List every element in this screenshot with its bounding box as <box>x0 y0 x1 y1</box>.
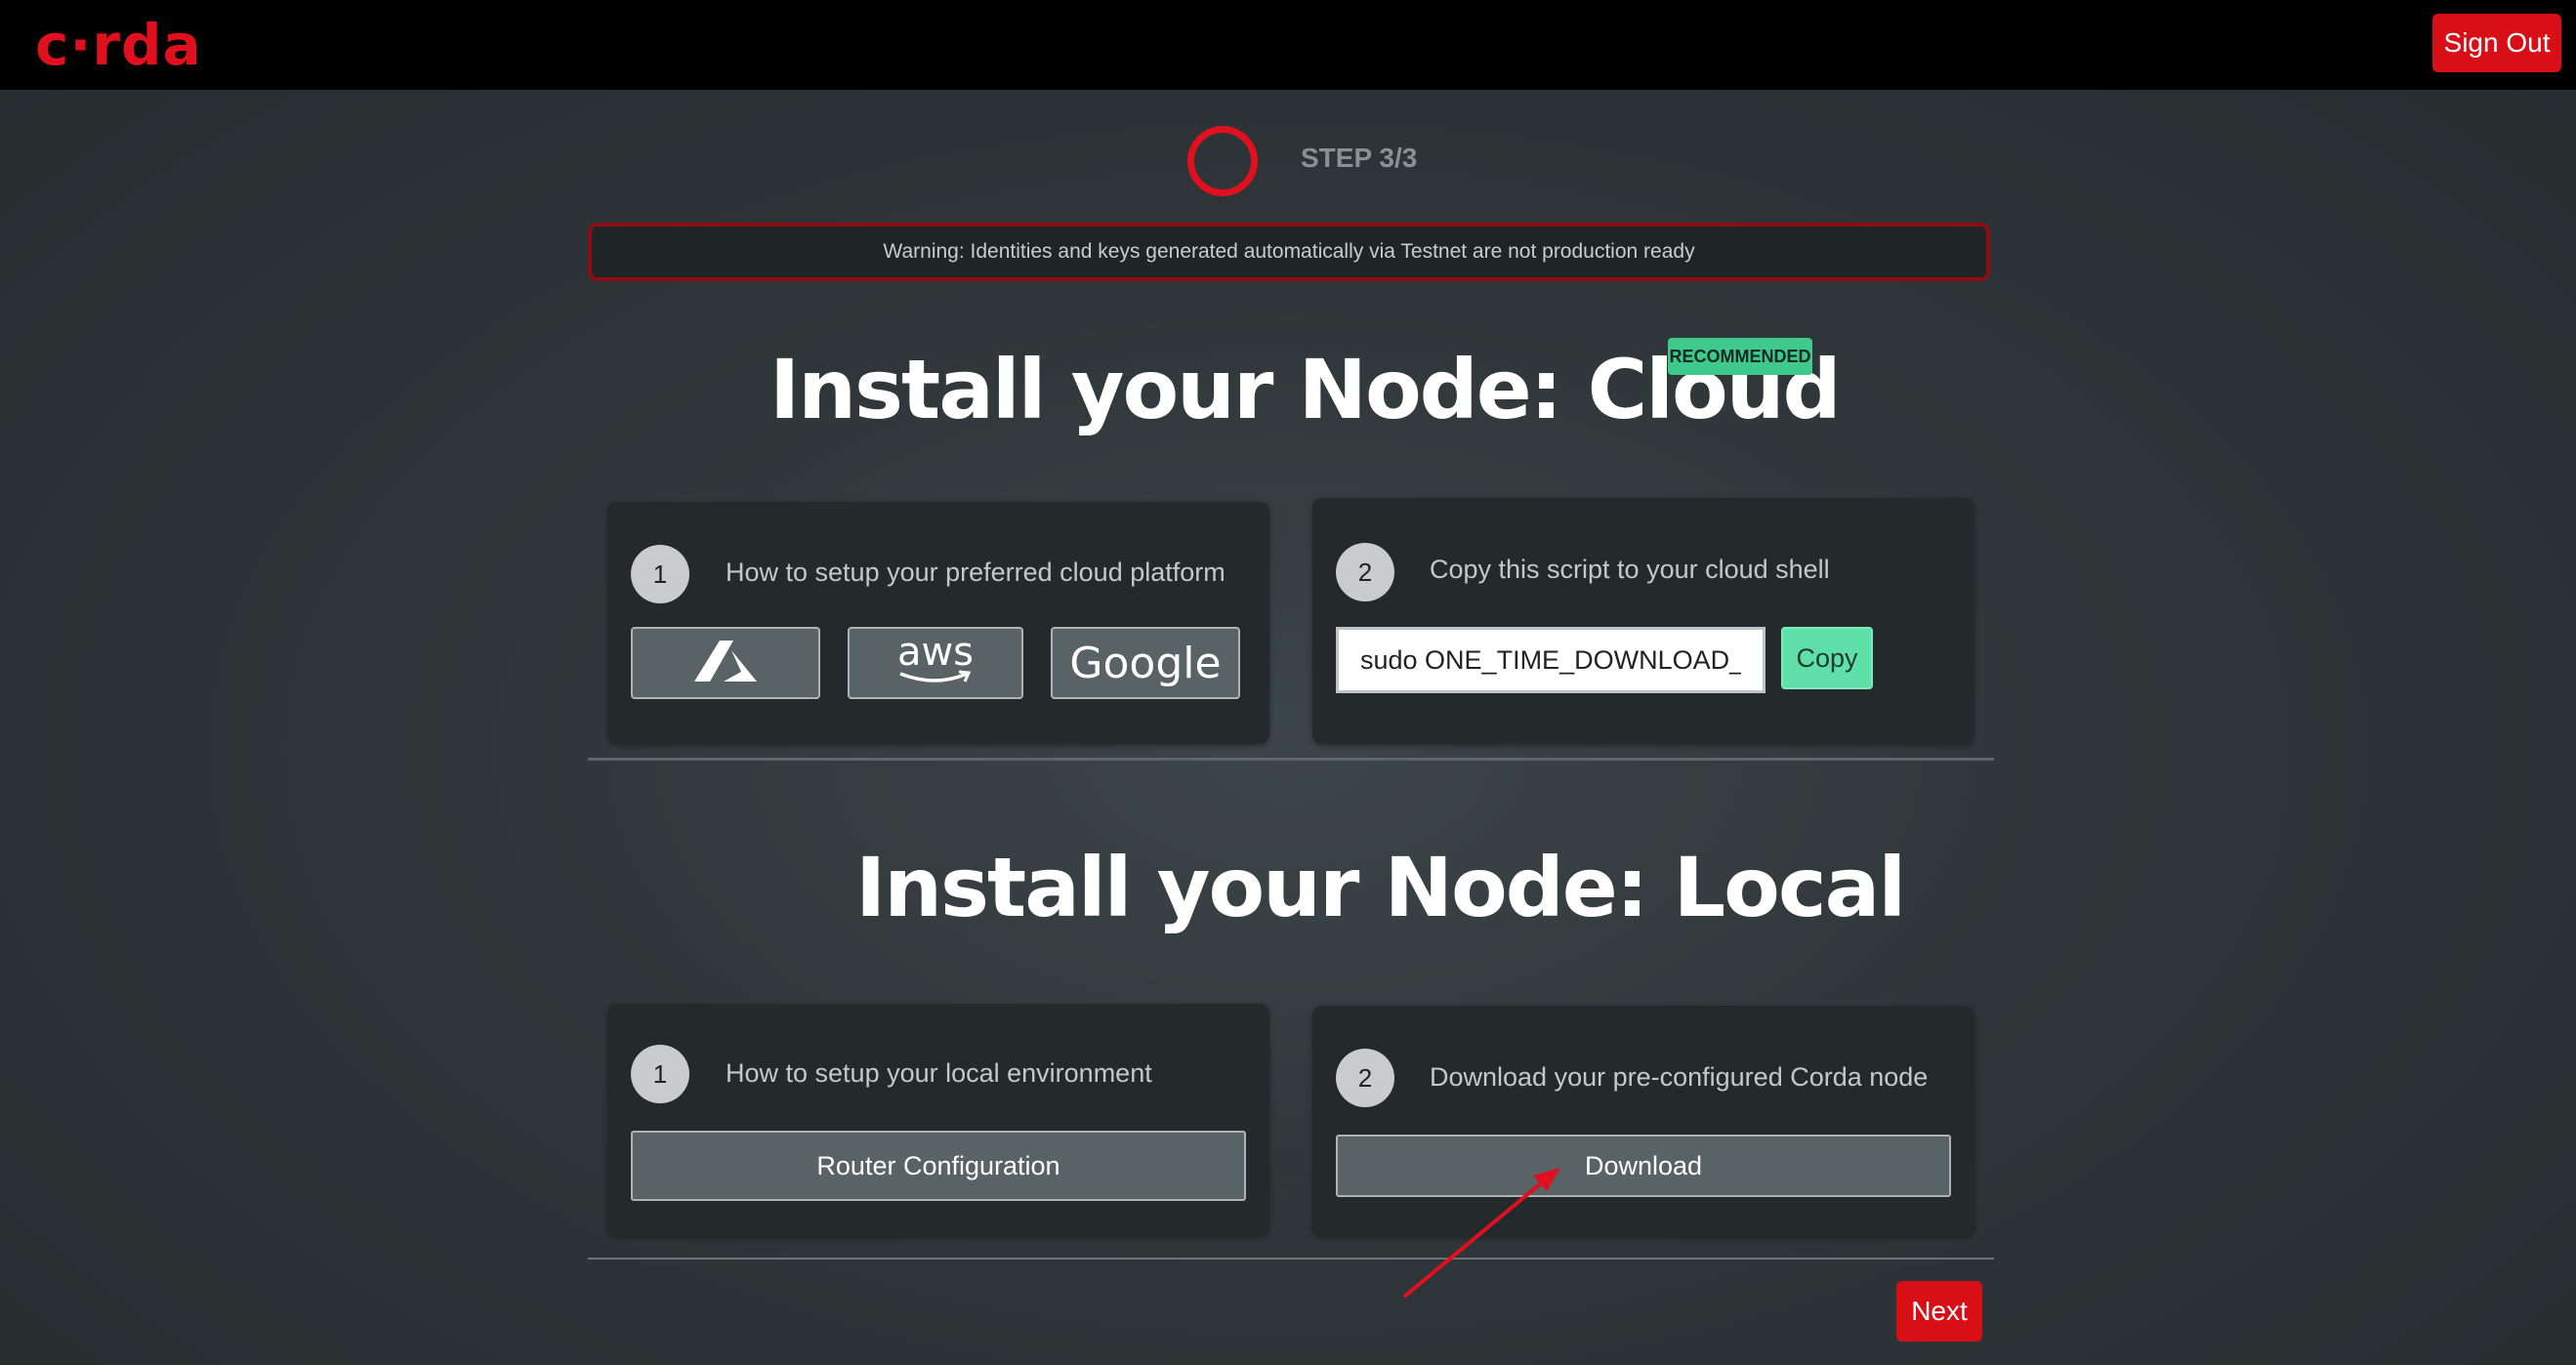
local-environment-card: 1 How to setup your local environment Ro… <box>607 1004 1269 1236</box>
google-logo-icon: Google <box>1069 638 1222 688</box>
sign-out-button[interactable]: Sign Out <box>2432 14 2561 72</box>
step-number-badge: 1 <box>631 1045 689 1103</box>
recommended-badge: RECOMMENDED <box>1668 338 1812 375</box>
aws-smile-icon <box>899 670 972 682</box>
cloud-script-card: 2 Copy this script to your cloud shell C… <box>1312 498 1974 744</box>
local-section-title: Install your Node: Local <box>855 840 1906 935</box>
testnet-warning-banner: Warning: Identities and keys generated a… <box>588 223 1990 281</box>
next-button[interactable]: Next <box>1896 1281 1982 1342</box>
step-number-badge: 2 <box>1336 543 1394 601</box>
section-divider <box>588 758 1994 761</box>
local-environment-instructions: How to setup your local environment <box>726 1058 1152 1088</box>
step-progress-icon <box>1187 126 1258 196</box>
azure-button[interactable] <box>631 627 820 699</box>
corda-logo[interactable]: c·rda <box>35 14 202 76</box>
google-button[interactable]: Google <box>1051 627 1240 699</box>
aws-logo-icon: aws <box>896 630 975 675</box>
script-input[interactable] <box>1336 627 1766 693</box>
section-divider <box>588 1258 1994 1260</box>
azure-logo-icon <box>694 639 757 688</box>
cloud-script-instructions: Copy this script to your cloud shell <box>1430 555 1830 584</box>
step-number-badge: 2 <box>1336 1049 1394 1107</box>
step-number-badge: 1 <box>631 545 689 603</box>
download-node-instructions: Download your pre-configured Corda node <box>1430 1062 1929 1092</box>
cloud-platform-instructions: How to setup your preferred cloud platfo… <box>726 558 1226 587</box>
top-bar: c·rda Sign Out <box>0 0 2576 90</box>
copy-script-button[interactable]: Copy <box>1781 627 1873 689</box>
step-label: STEP 3/3 <box>1301 143 1418 173</box>
router-configuration-button[interactable]: Router Configuration <box>631 1131 1246 1201</box>
cloud-platform-card: 1 How to setup your preferred cloud plat… <box>607 502 1269 744</box>
annotation-arrow-icon <box>1402 1168 1560 1299</box>
aws-button[interactable]: aws <box>848 627 1023 699</box>
warning-text: Warning: Identities and keys generated a… <box>883 240 1695 263</box>
